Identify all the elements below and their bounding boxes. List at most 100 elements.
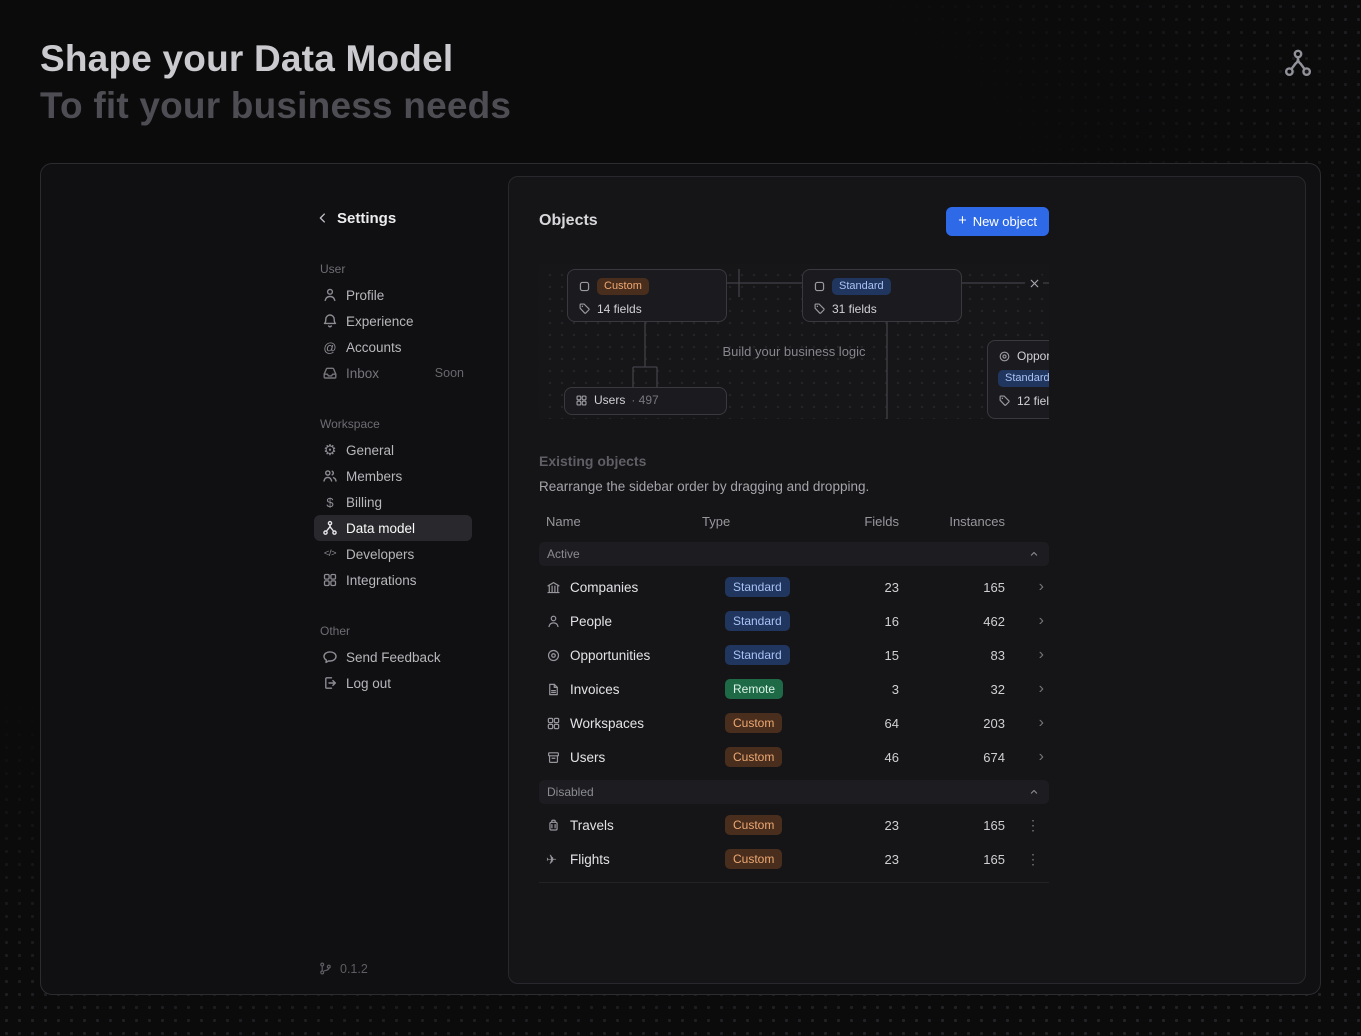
- version-label: 0.1.2: [340, 962, 368, 976]
- fields-value: 15: [822, 648, 899, 663]
- type-badge: Standard: [832, 278, 891, 295]
- type-badge: Custom: [725, 747, 782, 767]
- chevron-right-icon[interactable]: ›: [1005, 749, 1049, 765]
- type-badge: Remote: [725, 679, 783, 699]
- soon-badge: Soon: [435, 366, 464, 380]
- type-badge: Custom: [725, 713, 782, 733]
- sidebar-item-accounts[interactable]: @ Accounts: [314, 334, 472, 360]
- node-label: Users: [594, 393, 625, 407]
- person-icon: [322, 287, 338, 303]
- objects-table: Name Type Fields Instances Active: [539, 506, 1049, 883]
- row-menu-icon[interactable]: ⋮: [1005, 852, 1049, 866]
- column-type: Type: [702, 514, 822, 529]
- fields-value: 23: [822, 852, 899, 867]
- table-row-workspaces[interactable]: Workspaces Custom 64 203 ›: [539, 706, 1049, 740]
- chevron-right-icon[interactable]: ›: [1005, 681, 1049, 697]
- table-row-people[interactable]: People Standard 16 462 ›: [539, 604, 1049, 638]
- sidebar-item-experience[interactable]: Experience: [314, 308, 472, 334]
- node-count: · 497: [631, 393, 658, 407]
- table-row-flights[interactable]: ✈ Flights Custom 23 165 ⋮: [539, 842, 1049, 876]
- sidebar-item-label: Log out: [346, 676, 391, 691]
- group-label: Disabled: [547, 785, 594, 799]
- sidebar-item-label: Experience: [346, 314, 414, 329]
- canvas-node-users[interactable]: Users · 497: [564, 387, 727, 415]
- page-subtitle: To fit your business needs: [40, 87, 511, 124]
- chevron-right-icon[interactable]: ›: [1005, 613, 1049, 629]
- sidebar-item-data-model[interactable]: Data model: [314, 515, 472, 541]
- sidebar-item-developers[interactable]: </> Developers: [314, 541, 472, 567]
- type-badge: Custom: [725, 849, 782, 869]
- column-instances: Instances: [899, 514, 1005, 529]
- sidebar-item-label: Inbox: [346, 366, 379, 381]
- column-fields: Fields: [822, 514, 899, 529]
- type-badge: Custom: [725, 815, 782, 835]
- group-label: Active: [547, 547, 580, 561]
- settings-back-button[interactable]: Settings: [314, 205, 472, 231]
- canvas-node-standard[interactable]: Standard 31 fields: [802, 269, 962, 322]
- settings-back-label: Settings: [337, 210, 396, 227]
- sidebar-item-label: Billing: [346, 495, 382, 510]
- canvas-node-opportunities[interactable]: Opportunities Standard 12 fields: [987, 340, 1049, 419]
- object-name: Companies: [570, 580, 702, 595]
- type-badge: Standard: [998, 370, 1049, 387]
- sidebar-item-send-feedback[interactable]: Send Feedback: [314, 644, 472, 670]
- grid-icon: [322, 572, 338, 588]
- object-name: Flights: [570, 852, 702, 867]
- close-icon[interactable]: [1025, 274, 1043, 292]
- existing-objects-title: Existing objects: [539, 453, 1049, 469]
- logout-icon: [322, 675, 338, 691]
- type-badge: Standard: [725, 611, 790, 631]
- sidebar-item-log-out[interactable]: Log out: [314, 670, 472, 696]
- row-menu-icon[interactable]: ⋮: [1005, 818, 1049, 832]
- dollar-icon: $: [322, 494, 338, 510]
- grid-icon: [539, 716, 570, 731]
- sidebar-item-billing[interactable]: $ Billing: [314, 489, 472, 515]
- new-object-label: New object: [973, 214, 1037, 229]
- sidebar-item-label: Data model: [346, 521, 415, 536]
- table-row-invoices[interactable]: Invoices Remote 3 32 ›: [539, 672, 1049, 706]
- objects-panel: Objects + New object: [508, 176, 1306, 984]
- type-badge: Standard: [725, 577, 790, 597]
- table-row-companies[interactable]: Companies Standard 23 165 ›: [539, 570, 1049, 604]
- sidebar-item-label: Send Feedback: [346, 650, 441, 665]
- sidebar-item-inbox[interactable]: Inbox Soon: [314, 360, 472, 386]
- instances-value: 203: [899, 716, 1005, 731]
- new-object-button[interactable]: + New object: [946, 207, 1049, 236]
- target-icon: [998, 350, 1011, 363]
- fields-value: 16: [822, 614, 899, 629]
- sidebar-item-profile[interactable]: Profile: [314, 282, 472, 308]
- sidebar-item-general[interactable]: ⚙ General: [314, 437, 472, 463]
- node-label: Opportunities: [1017, 349, 1049, 363]
- table-row-users[interactable]: Users Custom 46 674 ›: [539, 740, 1049, 774]
- plus-icon: +: [958, 214, 966, 229]
- chevron-right-icon[interactable]: ›: [1005, 715, 1049, 731]
- building-icon: [539, 580, 570, 595]
- sidebar-item-members[interactable]: Members: [314, 463, 472, 489]
- group-header-disabled[interactable]: Disabled: [539, 780, 1049, 804]
- section-label-other: Other: [314, 622, 472, 640]
- sidebar-item-label: General: [346, 443, 394, 458]
- at-icon: @: [322, 339, 338, 355]
- fields-count: 14 fields: [597, 302, 642, 316]
- settings-window: Settings User Profile Experience @ Accou…: [40, 163, 1321, 995]
- instances-value: 83: [899, 648, 1005, 663]
- instances-value: 32: [899, 682, 1005, 697]
- object-name: Invoices: [570, 682, 702, 697]
- chevron-right-icon[interactable]: ›: [1005, 579, 1049, 595]
- fields-value: 64: [822, 716, 899, 731]
- canvas-node-custom[interactable]: Custom 14 fields: [567, 269, 727, 322]
- table-row-travels[interactable]: Travels Custom 23 165 ⋮: [539, 808, 1049, 842]
- sidebar-item-integrations[interactable]: Integrations: [314, 567, 472, 593]
- chevron-up-icon: [1028, 786, 1040, 798]
- inbox-icon: [322, 365, 338, 381]
- table-header: Name Type Fields Instances: [539, 506, 1049, 536]
- target-icon: [539, 648, 570, 663]
- grid-icon: [575, 394, 588, 407]
- instances-value: 165: [899, 580, 1005, 595]
- chevron-right-icon[interactable]: ›: [1005, 647, 1049, 663]
- hero: Shape your Data Model To fit your busine…: [40, 40, 511, 124]
- tag-icon: [998, 394, 1011, 407]
- type-badge: Custom: [597, 278, 649, 295]
- group-header-active[interactable]: Active: [539, 542, 1049, 566]
- table-row-opportunities[interactable]: Opportunities Standard 15 83 ›: [539, 638, 1049, 672]
